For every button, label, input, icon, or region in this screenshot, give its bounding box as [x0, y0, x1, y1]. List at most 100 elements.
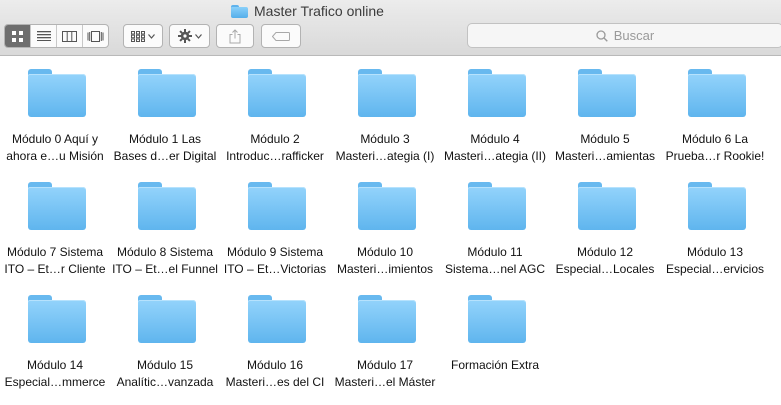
folder-icon — [468, 295, 526, 343]
folder-item[interactable]: Módulo 12 Especial…Locales — [550, 169, 660, 279]
folder-label-line1: Módulo 3 — [360, 132, 410, 146]
folder-label-line1: Módulo 9 Sistema — [226, 245, 324, 259]
folder-icon — [688, 69, 746, 117]
folder-label: Formación Extra — [442, 357, 548, 374]
folder-icon — [358, 182, 416, 230]
column-view-button[interactable] — [57, 25, 83, 47]
folder-item[interactable]: Módulo 7 Sistema ITO – Et…r Cliente — [0, 169, 110, 279]
search-field[interactable]: Buscar — [467, 23, 781, 48]
folder-label: Módulo 7 Sistema ITO – Et…r Cliente — [2, 244, 108, 278]
folder-label-line2: Masteri…ategia (II) — [443, 149, 547, 163]
folder-label-line1: Módulo 4 — [470, 132, 520, 146]
arrange-grid-icon — [131, 30, 145, 42]
chevron-down-icon — [148, 33, 155, 39]
folder-label: Módulo 12 Especial…Locales — [552, 244, 658, 278]
folder-label: Módulo 15 Analític…vanzada — [112, 357, 218, 391]
folder-label-line2: ITO – Et…r Cliente — [4, 262, 106, 276]
folder-item[interactable]: Módulo 14 Especial…mmerce — [0, 282, 110, 392]
folder-label-line2: Masteri…es del CI — [225, 375, 325, 389]
folder-label: Módulo 10 Masteri…imientos — [332, 244, 438, 278]
folder-label-line1: Módulo 16 — [246, 358, 304, 372]
folder-label-line1: Módulo 7 Sistema — [6, 245, 104, 259]
folder-label: Módulo 11 Sistema…nel AGC — [442, 244, 548, 278]
folder-label-line1: Módulo 10 — [356, 245, 414, 259]
list-view-icon — [36, 31, 51, 41]
search-placeholder: Buscar — [613, 28, 655, 43]
action-button[interactable] — [169, 24, 210, 48]
folder-item[interactable]: Módulo 0 Aquí y ahora e…u Misión — [0, 56, 110, 166]
folder-label: Módulo 1 Las Bases d…er Digital — [112, 131, 218, 165]
folder-label-line2: Masteri…ategia (I) — [335, 149, 435, 163]
folder-label-line2: Masteri…imientos — [336, 262, 434, 276]
folder-grid: Módulo 0 Aquí y ahora e…u Misión Módulo 1 … — [0, 56, 781, 405]
folder-label: Módulo 4 Masteri…ategia (II) — [442, 131, 548, 165]
folder-item[interactable]: Módulo 8 Sistema ITO – Et…el Funnel — [110, 169, 220, 279]
folder-item[interactable]: Módulo 3 Masteri…ategia (I) — [330, 56, 440, 166]
folder-label-line1: Módulo 15 — [136, 358, 194, 372]
folder-label-line2: Masteri…el Máster — [334, 375, 436, 389]
folder-item[interactable]: Módulo 6 La Prueba…r Rookie! — [660, 56, 770, 166]
folder-item[interactable]: Módulo 1 Las Bases d…er Digital — [110, 56, 220, 166]
folder-item[interactable]: Módulo 2 Introduc…rafficker — [220, 56, 330, 166]
folder-item[interactable]: Formación Extra — [440, 282, 550, 392]
folder-icon — [578, 182, 636, 230]
folder-label: Módulo 16 Masteri…es del CI — [222, 357, 328, 391]
folder-label-line1: Módulo 14 — [26, 358, 84, 372]
folder-label: Módulo 5 Masteri…amientas — [552, 131, 658, 165]
folder-label: Módulo 3 Masteri…ategia (I) — [332, 131, 438, 165]
folder-label: Módulo 6 La Prueba…r Rookie! — [662, 131, 768, 165]
tags-button[interactable] — [261, 24, 301, 48]
folder-item[interactable]: Módulo 11 Sistema…nel AGC — [440, 169, 550, 279]
folder-icon — [578, 69, 636, 117]
folder-label-line2: ITO – Et…Victorias — [223, 262, 327, 276]
folder-label-line1: Módulo 12 — [576, 245, 634, 259]
folder-label-line2: Bases d…er Digital — [113, 149, 217, 163]
icon-view-button[interactable] — [5, 25, 31, 47]
window-title-text: Master Trafico online — [254, 3, 384, 19]
coverflow-view-button[interactable] — [83, 25, 108, 47]
finder-toolbar: Master Trafico online Buscar — [0, 0, 781, 56]
tag-icon — [272, 31, 290, 41]
column-view-icon — [62, 30, 77, 42]
folder-item[interactable]: Módulo 4 Masteri…ategia (II) — [440, 56, 550, 166]
folder-icon — [138, 295, 196, 343]
folder-label-line1: Módulo 11 — [467, 245, 523, 259]
folder-label: Módulo 14 Especial…mmerce — [2, 357, 108, 391]
folder-icon — [138, 182, 196, 230]
arrange-button[interactable] — [123, 24, 163, 48]
list-view-button[interactable] — [31, 25, 57, 47]
folder-label-line1: Módulo 0 Aquí y — [11, 132, 99, 146]
folder-icon — [358, 295, 416, 343]
folder-label-line1: Módulo 5 — [580, 132, 630, 146]
folder-item[interactable]: Módulo 15 Analític…vanzada — [110, 282, 220, 392]
folder-icon — [28, 182, 86, 230]
folder-icon — [248, 295, 306, 343]
folder-icon — [28, 295, 86, 343]
folder-item[interactable]: Módulo 16 Masteri…es del CI — [220, 282, 330, 392]
folder-item[interactable]: Módulo 13 Especial…ervicios — [660, 169, 770, 279]
folder-item[interactable]: Módulo 5 Masteri…amientas — [550, 56, 660, 166]
folder-item[interactable]: Módulo 17 Masteri…el Máster — [330, 282, 440, 392]
folder-icon — [358, 69, 416, 117]
folder-label-line1: Módulo 2 — [250, 132, 300, 146]
search-icon — [596, 29, 608, 42]
folder-label-line2: Analític…vanzada — [116, 375, 214, 389]
coverflow-view-icon — [87, 30, 104, 42]
folder-label: Módulo 0 Aquí y ahora e…u Misión — [2, 131, 108, 165]
window-title: Master Trafico online — [0, 1, 615, 21]
gear-icon — [177, 29, 192, 43]
folder-label: Módulo 13 Especial…ervicios — [662, 244, 768, 278]
folder-icon — [468, 69, 526, 117]
share-button[interactable] — [216, 24, 254, 48]
folder-item[interactable]: Módulo 10 Masteri…imientos — [330, 169, 440, 279]
chevron-down-icon — [194, 33, 202, 39]
folder-icon — [138, 69, 196, 117]
folder-label-line2: ahora e…u Misión — [6, 149, 104, 163]
folder-label-line2: Especial…Locales — [555, 262, 655, 276]
folder-label-line2: Especial…ervicios — [665, 262, 765, 276]
folder-label-line1: Módulo 6 La — [681, 132, 749, 146]
folder-label-line2: Prueba…r Rookie! — [665, 149, 765, 163]
folder-label: Módulo 2 Introduc…rafficker — [222, 131, 328, 165]
folder-item[interactable]: Módulo 9 Sistema ITO – Et…Victorias — [220, 169, 330, 279]
folder-icon — [688, 182, 746, 230]
